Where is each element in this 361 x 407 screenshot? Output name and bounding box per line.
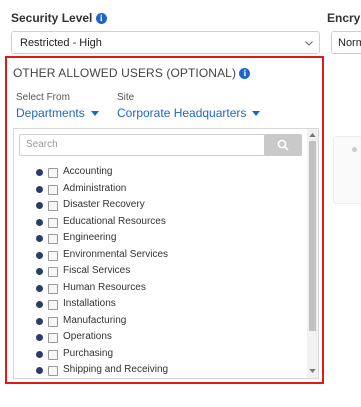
checkbox[interactable] [48, 349, 58, 360]
security-level-select[interactable]: Restricted - High [11, 31, 320, 54]
expand-dot-icon[interactable] [36, 284, 43, 292]
checkbox[interactable] [48, 234, 58, 244]
info-icon[interactable]: i [95, 13, 107, 25]
encryption-label: Encryp [327, 11, 361, 25]
info-icon[interactable]: i [239, 68, 251, 80]
other-users-section: OTHER ALLOWED USERS (OPTIONAL) i Select … [5, 56, 324, 384]
search-placeholder: Search [26, 139, 58, 150]
list-item-label: Disaster Recovery [63, 199, 145, 210]
search-button[interactable] [264, 134, 302, 156]
list-item-label: Manufacturing [63, 314, 127, 326]
expand-dot-icon[interactable] [36, 367, 43, 374]
checkbox[interactable] [48, 283, 58, 294]
list-item-label: Administration [63, 182, 127, 194]
caret-down-icon [252, 111, 261, 117]
list-item-label: Engineering [63, 232, 117, 243]
list-item-label: Educational Resources [63, 215, 166, 227]
search-icon [277, 139, 289, 151]
search-input[interactable]: Search [19, 134, 265, 156]
select-from-label: Select From [16, 92, 70, 103]
security-level-label-group: Security Level i [11, 11, 107, 25]
chevron-down-icon [305, 41, 313, 46]
expand-dot-icon[interactable] [36, 268, 43, 275]
security-level-label: Security Level [11, 11, 93, 25]
checkbox[interactable] [48, 366, 58, 376]
side-card [333, 136, 361, 204]
caret-down-icon [90, 111, 99, 117]
section-title: OTHER ALLOWED USERS (OPTIONAL) [13, 66, 237, 80]
expand-dot-icon[interactable] [36, 350, 43, 358]
select-from-value: Departments [16, 106, 85, 120]
section-title-group: OTHER ALLOWED USERS (OPTIONAL) i [13, 66, 251, 80]
checkbox[interactable] [48, 217, 58, 228]
scroll-thumb[interactable] [309, 141, 316, 331]
checkbox[interactable] [48, 184, 58, 195]
department-list: Accounting Administration Disaster Recov… [36, 165, 296, 377]
scrollbar[interactable] [307, 129, 318, 378]
side-card-dot [352, 147, 357, 152]
department-list-panel: Search Accounting Administration Disaste… [13, 128, 319, 379]
site-value: Corporate Headquarters [117, 106, 247, 120]
scroll-up-arrow-icon[interactable] [309, 133, 316, 137]
expand-dot-icon[interactable] [36, 202, 43, 209]
checkbox[interactable] [48, 267, 58, 277]
expand-dot-icon[interactable] [36, 235, 43, 242]
checkbox[interactable] [48, 333, 58, 343]
list-item-label: Accounting [63, 166, 113, 177]
expand-dot-icon[interactable] [36, 169, 43, 176]
select-from-dropdown[interactable]: Departments [16, 106, 99, 120]
site-label: Site [117, 92, 135, 103]
expand-dot-icon[interactable] [36, 218, 43, 226]
checkbox[interactable] [48, 168, 58, 178]
list-item-label: Shipping and Receiving [63, 364, 169, 375]
encryption-value: Norm [338, 37, 361, 49]
expand-dot-icon[interactable] [36, 301, 43, 308]
list-item-label: Fiscal Services [63, 265, 131, 276]
checkbox[interactable] [48, 300, 58, 310]
expand-dot-icon[interactable] [36, 251, 43, 259]
list-item-label: Human Resources [63, 281, 146, 293]
encryption-select[interactable]: Norm [331, 31, 361, 54]
checkbox[interactable] [48, 201, 58, 211]
list-item-label: Purchasing [63, 347, 114, 359]
list-item-label: Operations [63, 331, 112, 342]
scroll-down-arrow-icon[interactable] [309, 369, 316, 373]
list-item-label: Installations [63, 298, 116, 309]
expand-dot-icon[interactable] [36, 317, 43, 325]
security-level-value: Restricted - High [20, 37, 102, 49]
list-item-label: Environmental Services [63, 248, 169, 260]
site-dropdown[interactable]: Corporate Headquarters [117, 106, 261, 120]
expand-dot-icon[interactable] [36, 185, 43, 193]
checkbox[interactable] [48, 316, 58, 327]
expand-dot-icon[interactable] [36, 334, 43, 341]
checkbox[interactable] [48, 250, 58, 261]
